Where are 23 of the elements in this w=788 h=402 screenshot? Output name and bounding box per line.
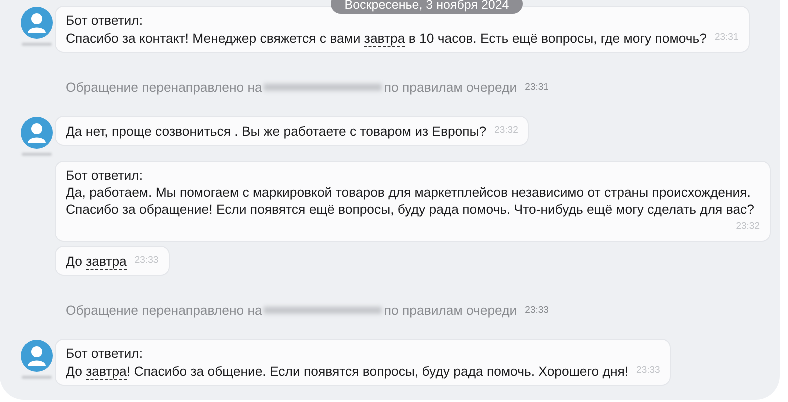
system-message: Обращение перенаправлено на [66,80,262,95]
message-text: До завтра! Спасибо за общение. Если появятся вопросы, буду рада помочь. Хорошего дня! [66,363,629,380]
message-time: 23:33 [134,254,159,268]
sender-label: Бот ответил: [66,12,144,29]
system-message: по правилам очереди [384,303,518,318]
message-time: 23:32 [735,220,760,234]
message-text: Да, работаем. Мы помогаем с маркировкой товаров для маркетплейсов независимо от страны происхождения. Спасибо за обращение! Если появятся ещё вопросы, буду рада помочь. Что-нибудь ещё могу сделать для вас? [66,184,754,218]
avatar-icon [21,117,53,149]
message-time: 23:31 [714,31,739,45]
avatar-icon [21,7,53,39]
message-time: 23:33 [525,305,549,316]
avatar-icon [21,340,53,372]
system-message: по правилам очереди [384,80,518,95]
sender-label: Бот ответил: [66,167,144,184]
message-time: 23:31 [525,82,549,93]
message-time: 23:33 [636,364,660,378]
system-message: Обращение перенаправлено на [66,303,262,318]
message-text: Да нет, проще созвониться . Вы же работаете с товаром из Европы? [66,123,487,140]
date-badge: Воскресенье, 3 ноября 2024 [331,0,523,14]
message-text: До завтра [66,253,127,270]
message-text: Спасибо за контакт! Менеджер свяжется с вами завтра в 10 часов. Есть ещё вопросы, где могу помочь? [66,30,707,47]
message-time: 23:32 [494,124,518,138]
sender-label: Бот ответил: [66,345,144,362]
